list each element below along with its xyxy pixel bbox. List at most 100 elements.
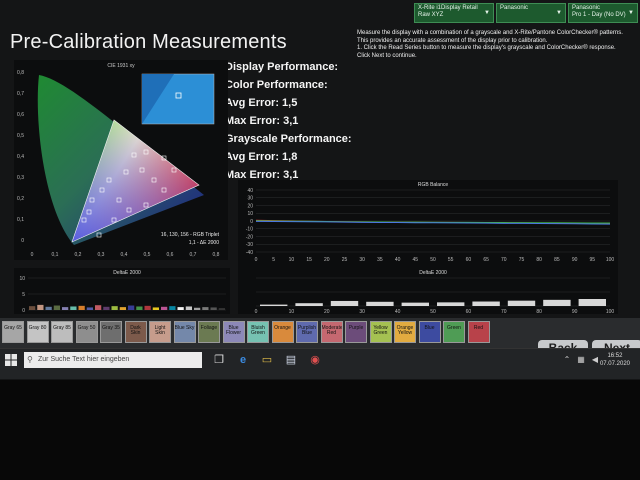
rgb-x-tick: 65 <box>483 257 489 263</box>
deltae-left-bar <box>29 306 36 310</box>
deltae-left-y-tick: 5 <box>22 292 25 298</box>
patch-swatch[interactable]: Dark Skin <box>124 321 147 343</box>
page-title: Pre-Calibration Measurements <box>10 31 287 53</box>
deltae-left-bar <box>136 306 143 310</box>
deltae-left-bar <box>45 306 52 310</box>
color-performance-label: Color Performance: <box>225 79 328 91</box>
deltae-right-x-tick: 10 <box>289 309 295 314</box>
rgb-balance-svg: RGB Balance403020100-10-20-30-400 5 10 15 20… <box>246 182 615 263</box>
patch-swatch[interactable]: Bluish Green <box>247 321 269 343</box>
rgb-x-tick: 100 <box>606 257 615 263</box>
deltae-right-bar <box>543 299 571 306</box>
rgb-x-tick: 25 <box>342 257 348 263</box>
deltae-right-x-tick: 70 <box>501 309 507 314</box>
meter-dropdown-line1: X-Rite i1Display Retail <box>418 5 478 11</box>
rgb-y-tick: -30 <box>246 242 253 248</box>
rgb-x-tick: 70 <box>501 257 507 263</box>
deltae-left-bar <box>111 306 118 310</box>
chevron-down-icon: ▼ <box>628 10 634 16</box>
patch-swatch[interactable]: Purplish Blue <box>296 321 318 343</box>
deltae-left-bar <box>185 306 192 310</box>
patch-swatch[interactable]: Purple <box>345 321 367 343</box>
instruction-line: Click Next to continue. <box>357 52 417 59</box>
color-max-error: Max Error: 3,1 <box>225 115 299 127</box>
cie-chart-svg: CIE 1931 xy 0,8 0,7 0,6 0,5 0,4 0,3 0,2 0,1 0 0 0… <box>17 63 220 258</box>
patch-swatch[interactable]: Orange Yellow <box>394 321 416 343</box>
mode-dropdown-line1: Panasonic <box>572 5 601 11</box>
meter-dropdown-line2: Raw XYZ <box>418 12 444 18</box>
meter-dropdown[interactable]: X-Rite i1Display Retail Raw XYZ ▼ <box>414 3 494 23</box>
patch-swatch[interactable]: Yellow Green <box>369 321 392 343</box>
rgb-x-tick: 0 <box>255 257 258 263</box>
performance-summary: Display Performance: Color Performance: … <box>225 58 352 184</box>
readout-delta-e: 1,1 - ΔE 2000 <box>189 240 220 246</box>
instruction-line: Measure the display with a combination o… <box>357 30 623 36</box>
deltae-right-bar <box>507 300 536 306</box>
patch-swatch[interactable]: Blue Flower <box>222 321 245 343</box>
patch-swatch[interactable]: Moderate Red <box>320 321 343 343</box>
patch-swatch[interactable]: Foliage <box>198 321 220 343</box>
rgb-y-tick: 0 <box>250 219 253 225</box>
deltae-right-bar <box>472 301 500 306</box>
file-explorer-icon[interactable]: ▭ <box>260 353 274 367</box>
colorchecker-deltae-svg: DeltaE 2000 10 5 0 <box>19 270 226 314</box>
monitor-bezel <box>0 380 640 480</box>
task-view-icon[interactable]: ❐ <box>212 353 226 367</box>
taskbar-search-input[interactable]: ⚲ Zur Suche Text hier eingeben <box>24 352 202 368</box>
mode-dropdown[interactable]: Panasonic Pro 1 - Day (No DV) ▼ <box>568 3 638 23</box>
patch-swatch[interactable]: Green <box>443 321 465 343</box>
patch-swatch[interactable]: Blue <box>418 321 441 343</box>
rgb-x-tick: 75 <box>519 257 525 263</box>
deltae-left-bar <box>70 306 77 310</box>
deltae-left-bar <box>53 305 60 310</box>
rgb-x-tick: 15 <box>306 257 312 263</box>
network-icon[interactable]: ▦ <box>574 353 588 367</box>
rgb-y-tick: -40 <box>246 250 253 256</box>
application-window: Pre-Calibration Measurements X-Rite i1Di… <box>0 0 640 380</box>
colorchecker-deltae-chart: DeltaE 2000 10 5 0 <box>14 268 230 314</box>
deltae-right-bar <box>295 303 323 306</box>
tray-chevron-icon[interactable]: ⌃ <box>560 353 574 367</box>
rgb-x-tick: 55 <box>448 257 454 263</box>
deltae-left-bar <box>202 307 209 310</box>
cie-chart: CIE 1931 xy 0,8 0,7 0,6 0,5 0,4 0,3 0,2 0,1 0 0 0… <box>14 60 228 260</box>
cie-y-tick: 0,3 <box>17 175 24 181</box>
patch-swatch[interactable]: Blue Sky <box>173 321 196 343</box>
patch-swatch[interactable]: Gray 65 <box>2 321 24 343</box>
cie-x-tick: 0,3 <box>98 252 105 258</box>
deltae-left-bar <box>152 307 159 310</box>
rgb-balance-title: RGB Balance <box>418 182 449 188</box>
deltae-right-bar <box>366 301 394 306</box>
taskbar-clock[interactable]: 16:52 07.07.2020 <box>600 352 630 368</box>
display-dropdown[interactable]: Panasonic ▼ <box>496 3 566 23</box>
windows-start-icon[interactable] <box>4 353 18 367</box>
deltae-left-bar <box>218 308 225 310</box>
deltae-right-x-tick: 100 <box>606 309 615 314</box>
deltae-right-x-tick: 50 <box>430 309 436 314</box>
deltae-right-x-tick: 80 <box>536 309 542 314</box>
rgb-x-tick: 5 <box>272 257 275 263</box>
deltae-left-bar <box>194 307 201 310</box>
patch-swatch[interactable]: Gray 35 <box>100 321 122 343</box>
calman-app-icon[interactable]: ◉ <box>308 353 322 367</box>
deltae-left-bar <box>169 306 176 310</box>
deltae-left-bar <box>78 305 85 310</box>
deltae-left-bar <box>161 306 168 310</box>
store-icon[interactable]: ▤ <box>284 353 298 367</box>
deltae-right-x-tick: 20 <box>324 309 330 314</box>
rgb-balance-chart: RGB Balance 40 30 20 10 0 -10 -20 -30 -40 0 5 10 15 20… <box>238 180 618 268</box>
patch-swatch[interactable]: Gray 80 <box>26 321 49 343</box>
patch-swatch[interactable]: Red <box>467 321 490 343</box>
cie-y-tick: 0,8 <box>17 70 24 76</box>
cie-x-tick: 0,8 <box>213 252 220 258</box>
patch-swatch[interactable]: Gray 85 <box>51 321 73 343</box>
patch-swatch[interactable]: Gray 50 <box>75 321 98 343</box>
rgb-x-tick: 95 <box>590 257 596 263</box>
deltae-left-bar <box>62 307 69 310</box>
edge-browser-icon[interactable]: e <box>236 353 250 367</box>
rgb-y-tick: -20 <box>246 234 253 240</box>
patch-swatch[interactable]: Light Skin <box>149 321 171 343</box>
patch-swatch[interactable]: Orange <box>271 321 294 343</box>
grayscale-deltae-svg: DeltaE 2000 0 10 20 30 40 50 60 70 80 90 100 <box>255 270 615 314</box>
chevron-down-icon: ▼ <box>484 10 490 16</box>
